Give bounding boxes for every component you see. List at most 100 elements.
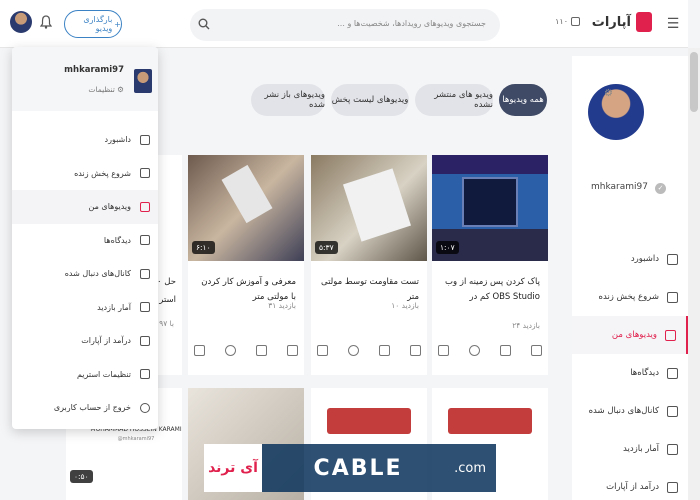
tab-republished[interactable]: ویدیوهای باز نشر شده	[251, 84, 325, 116]
partial-title-line: حل ۰	[157, 277, 176, 287]
profile-avatar[interactable]	[588, 84, 644, 140]
sidebar-item-dashboard[interactable]: داشبورد	[572, 240, 688, 278]
live-count: ۱۱۰	[555, 17, 568, 26]
aparat-logo-icon	[636, 12, 652, 32]
hamburger-menu-button[interactable]: ☰	[658, 0, 688, 48]
video-duration: ۰:۵۰	[70, 470, 93, 483]
dropdown-item-followed-channels[interactable]: کانال‌های دنبال شده	[12, 257, 158, 291]
tab-playlist[interactable]: ویدیوهای لیست پخش	[331, 84, 409, 116]
dropdown-item-label: درآمد از آپارات	[81, 336, 131, 346]
delete-icon[interactable]	[438, 345, 449, 356]
video-thumbnail[interactable]: ۵:۳۷	[311, 155, 427, 261]
sidebar-item-label: دیدگاه‌ها	[630, 368, 659, 378]
sidebar-item-stats[interactable]: آمار بازدید	[572, 430, 688, 468]
laptop-image	[462, 177, 518, 227]
video-card[interactable]: ۶:۱۰ معرفی و آموزش کار کردن با مولتی متر…	[188, 155, 304, 375]
user-avatar[interactable]	[10, 11, 32, 33]
dashboard-icon	[667, 253, 678, 265]
stats-icon[interactable]	[410, 345, 421, 356]
delete-icon[interactable]	[194, 345, 205, 356]
income-icon	[140, 335, 150, 346]
sidebar-item-comments[interactable]: دیدگاه‌ها	[572, 354, 688, 392]
video-duration: ۶:۱۰	[192, 241, 215, 254]
tab-label: همه ویدیوها	[502, 95, 544, 105]
search-input[interactable]: جستجوی ویدیوهای رویدادها، شخصیت‌ها و ...	[337, 19, 486, 28]
aparat-logo[interactable]: آپارات	[592, 12, 652, 32]
gear-icon[interactable]: ⚙	[604, 88, 616, 100]
dropdown-item-stream-settings[interactable]: تنظیمات استریم	[12, 358, 158, 392]
edit-icon[interactable]	[256, 345, 267, 356]
tab-unpublished[interactable]: ویدیو های منتشر نشده	[415, 84, 493, 116]
dropdown-item-label: کانال‌های دنبال شده	[64, 269, 131, 279]
dropdown-item-my-videos[interactable]: ویدیوهای من	[12, 190, 158, 224]
partial-title: حل ۰ استر	[157, 273, 176, 309]
live-counter[interactable]: ۱۱۰	[555, 17, 580, 26]
dropdown-item-comments[interactable]: دیدگاه‌ها	[12, 224, 158, 258]
sidebar-menu: داشبورد شروع پخش زنده ویدیوهای من دیدگاه…	[572, 240, 688, 500]
stats-icon	[140, 302, 150, 313]
partial-views: ۹۷ با	[159, 319, 174, 328]
settings-label: تنظیمات	[88, 85, 115, 94]
dropdown-item-income[interactable]: درآمد از آپارات	[12, 324, 158, 358]
share-icon[interactable]	[225, 345, 236, 356]
dropdown-item-label: خروج از حساب کاربری	[53, 403, 131, 413]
dropdown-item-dashboard[interactable]: داشبورد	[12, 123, 158, 157]
watermark-left-text: آی ترند	[204, 444, 262, 492]
video-thumbnail[interactable]: ۶:۱۰	[188, 155, 304, 261]
dropdown-item-live[interactable]: شروع پخش زنده	[12, 157, 158, 191]
video-thumbnail[interactable]: ۱:۰۷	[432, 155, 548, 261]
comment-icon	[667, 367, 678, 379]
search-bar[interactable]: جستجوی ویدیوهای رویدادها، شخصیت‌ها و ...	[190, 9, 500, 41]
channel-art-handle: @mhkarami97	[117, 436, 155, 442]
paper-image	[343, 168, 411, 242]
video-thumbnail[interactable]	[448, 408, 532, 434]
sidebar-item-label: ویدیوهای من	[611, 330, 657, 340]
share-icon[interactable]	[348, 345, 359, 356]
user-dropdown-menu: mhkarami97 ⚙ تنظیمات داشبورد شروع پخش زن…	[12, 47, 158, 429]
edit-icon[interactable]	[379, 345, 390, 356]
video-title[interactable]: پاک کردن پس زمینه از وب کم در OBS Studio	[440, 275, 540, 305]
dropdown-username: mhkarami97	[64, 65, 124, 75]
dropdown-item-label: شروع پخش زنده	[74, 168, 131, 178]
avatar[interactable]	[134, 69, 152, 93]
tab-all-videos[interactable]: همه ویدیوها	[499, 84, 547, 116]
stats-icon[interactable]	[531, 345, 542, 356]
video-thumbnail[interactable]	[327, 408, 411, 434]
logo-text: آپارات	[591, 14, 631, 30]
sidebar-item-my-videos[interactable]: ویدیوهای من	[572, 316, 688, 354]
profile-sidebar: ⚙ mhkarami97 ✓ داشبورد شروع پخش زنده وید…	[572, 56, 688, 500]
upload-video-button[interactable]: + بارگذاری ویدیو	[64, 10, 122, 38]
power-icon	[140, 402, 150, 413]
live-icon	[571, 17, 580, 26]
stats-icon[interactable]	[287, 345, 298, 356]
settings-link[interactable]: ⚙ تنظیمات	[88, 85, 124, 94]
watermark-right-text: .com	[454, 460, 486, 476]
dropdown-list: داشبورد شروع پخش زنده ویدیوهای من دیدگاه…	[12, 123, 158, 425]
dropdown-item-label: داشبورد	[104, 135, 131, 145]
sidebar-item-label: داشبورد	[630, 254, 659, 264]
live-icon	[667, 291, 678, 303]
upload-label: بارگذاری ویدیو	[83, 15, 113, 33]
sidebar-item-income[interactable]: درآمد از آپارات	[572, 468, 688, 500]
delete-icon[interactable]	[317, 345, 328, 356]
sidebar-item-live[interactable]: شروع پخش زنده	[572, 278, 688, 316]
sidebar-item-followed-channels[interactable]: کانال‌های دنبال شده	[572, 392, 688, 430]
tab-label: ویدیوهای باز نشر شده	[264, 90, 325, 110]
top-header: آپارات ۱۱۰ ☰ جستجوی ویدیوهای رویدادها، ش…	[0, 0, 688, 48]
stats-icon	[667, 443, 678, 455]
bell-icon[interactable]	[40, 15, 52, 29]
search-icon[interactable]	[198, 18, 210, 30]
share-icon[interactable]	[469, 345, 480, 356]
dropdown-item-stats[interactable]: آمار بازدید	[12, 291, 158, 325]
dropdown-item-logout[interactable]: خروج از حساب کاربری	[12, 391, 158, 425]
watermark-banner: آی ترند CABLE .com	[204, 444, 496, 492]
dropdown-item-label: تنظیمات استریم	[76, 369, 131, 379]
page-scrollbar[interactable]	[688, 48, 700, 500]
video-card[interactable]: ۱:۰۷ پاک کردن پس زمینه از وب کم در OBS S…	[432, 155, 548, 375]
edit-icon[interactable]	[500, 345, 511, 356]
sidebar-item-label: کانال‌های دنبال شده	[588, 406, 659, 416]
scroll-thumb[interactable]	[690, 52, 698, 112]
video-card[interactable]: ۵:۳۷ تست مقاومت توسط مولتی متر ۱۰ بازدید	[311, 155, 427, 375]
profile-name: mhkarami97	[591, 182, 648, 192]
video-actions	[438, 345, 542, 356]
